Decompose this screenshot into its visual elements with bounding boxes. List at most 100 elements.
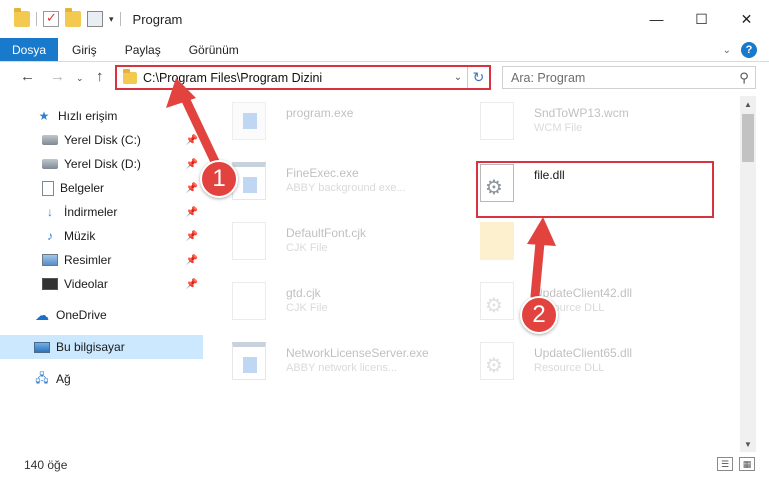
back-arrow-icon[interactable]: ← [20, 68, 35, 85]
sidebar-item-documents[interactable]: Belgeler 📌 [0, 176, 203, 200]
sidebar-item-music[interactable]: ♪ Müzik 📌 [0, 224, 203, 248]
pin-icon[interactable]: 📌 [186, 159, 198, 170]
expand-ribbon-chevron-icon[interactable]: ⌄ [723, 45, 731, 56]
list-item[interactable]: SndToWP13.wcm WCM File [464, 96, 704, 146]
file-name: SndToWP13.wcm [534, 106, 629, 120]
music-icon: ♪ [47, 229, 53, 243]
star-icon: ★ [38, 109, 50, 123]
file-description: Resource DLL [534, 362, 605, 374]
tab-file[interactable]: Dosya [0, 38, 59, 61]
address-path[interactable]: C:\Program Files\Program Dizini [143, 71, 449, 85]
sidebar-item-label: Ağ [56, 372, 71, 386]
sidebar-item-onedrive[interactable]: ☁ OneDrive [0, 303, 203, 327]
sidebar-item-local-disk-c[interactable]: Yerel Disk (C:) 📌 [0, 128, 203, 152]
sidebar-item-pictures[interactable]: Resimler 📌 [0, 248, 203, 272]
sidebar-item-local-disk-d[interactable]: Yerel Disk (D:) 📌 [0, 152, 203, 176]
sidebar-item-label: Yerel Disk (D:) [64, 157, 141, 171]
list-item[interactable] [464, 216, 704, 266]
file-icon [232, 222, 266, 260]
address-dropdown-chevron-icon[interactable]: ⌄ [449, 72, 467, 83]
up-arrow-icon[interactable]: ↑ [96, 68, 104, 85]
dll-gear-icon [480, 282, 514, 320]
cloud-icon: ☁ [35, 306, 49, 323]
forward-arrow-icon[interactable]: → [50, 68, 65, 85]
sidebar-item-this-pc[interactable]: Bu bilgisayar [0, 335, 203, 359]
maximize-button[interactable]: ☐ [679, 0, 724, 38]
list-item[interactable]: UpdateClient65.dll Resource DLL [464, 336, 704, 386]
title-bar: ▾ Program — ☐ ✕ [0, 0, 769, 38]
sidebar-item-downloads[interactable]: ↓ İndirmeler 📌 [0, 200, 203, 224]
file-description: ABBY network licens... [286, 362, 398, 374]
file-icon [232, 282, 266, 320]
list-item[interactable]: DefaultFont.cjk CJK File [216, 216, 456, 266]
quick-access-toolbar: ▾ Program [0, 0, 182, 38]
file-icon [480, 102, 514, 140]
ribbon-right-controls: ⌄ ? [723, 42, 757, 58]
sidebar-item-label: İndirmeler [64, 205, 118, 219]
window-controls: — ☐ ✕ [634, 0, 769, 38]
search-input[interactable]: Ara: Program [511, 71, 733, 85]
pin-icon[interactable]: 📌 [186, 135, 198, 146]
pin-icon[interactable]: 📌 [186, 255, 198, 266]
search-box[interactable]: Ara: Program ⚲ [502, 66, 756, 89]
file-description: ABBY background exe... [286, 182, 406, 194]
refresh-icon[interactable]: ↻ [467, 67, 489, 88]
sidebar-item-label: Belgeler [60, 181, 105, 195]
computer-icon [34, 341, 50, 353]
recent-locations-chevron-icon[interactable]: ⌄ [76, 73, 84, 84]
properties-check-icon[interactable] [43, 10, 59, 27]
sidebar-item-label: Resimler [64, 253, 112, 267]
sidebar-item-quick-access[interactable]: ★ Hızlı erişim [0, 104, 203, 128]
sidebar-item-label: Müzik [64, 229, 96, 243]
search-icon[interactable]: ⚲ [733, 70, 755, 86]
scroll-up-icon[interactable]: ▲ [740, 96, 756, 112]
sidebar-item-label: Videolar [64, 277, 108, 291]
list-item[interactable]: program.exe [216, 96, 456, 146]
tab-home[interactable]: Giriş [58, 38, 111, 61]
address-bar[interactable]: C:\Program Files\Program Dizini ⌄ ↻ [115, 65, 491, 90]
app-icon [232, 342, 266, 380]
sidebar-item-network[interactable]: 🖧 Ağ [0, 367, 203, 391]
close-button[interactable]: ✕ [724, 0, 769, 38]
folder-icon[interactable] [14, 8, 30, 27]
pictures-icon [42, 254, 58, 266]
customize-toolbar-dropdown-icon[interactable]: ▾ [109, 14, 114, 25]
item-count: 140 öğe [24, 458, 68, 472]
list-item[interactable]: UpdateClient42.dll Resource DLL [464, 276, 704, 326]
scroll-thumb[interactable] [742, 114, 754, 162]
navigation-pane: ★ Hızlı erişim Yerel Disk (C:) 📌 Yerel D… [0, 96, 205, 452]
sidebar-item-label: Yerel Disk (C:) [64, 133, 141, 147]
tab-share[interactable]: Paylaş [111, 38, 175, 61]
scroll-down-icon[interactable]: ▼ [740, 436, 756, 452]
new-folder-icon[interactable] [65, 8, 81, 27]
tiles-view-icon[interactable]: ▦ [739, 457, 755, 471]
disk-icon [42, 135, 58, 145]
pin-icon[interactable]: 📌 [186, 183, 198, 194]
file-name: UpdateClient65.dll [534, 346, 633, 360]
step-2-badge: 2 [520, 296, 558, 334]
pin-icon[interactable]: 📌 [186, 207, 198, 218]
sidebar-item-videos[interactable]: Videolar 📌 [0, 272, 203, 296]
file-name: gtd.cjk [286, 286, 321, 300]
file-name: DefaultFont.cjk [286, 226, 367, 240]
tab-view[interactable]: Görünüm [175, 38, 253, 61]
list-item[interactable]: gtd.cjk CJK File [216, 276, 456, 326]
folder-icon [123, 68, 137, 84]
help-icon[interactable]: ? [741, 42, 757, 58]
status-bar: 140 öğe ☰ ▦ [0, 452, 769, 478]
vertical-scrollbar[interactable]: ▲ ▼ [740, 96, 756, 452]
document-icon [42, 180, 54, 196]
disk-icon [42, 159, 58, 169]
file-name: program.exe [286, 106, 354, 120]
pin-icon[interactable]: 📌 [186, 279, 198, 290]
minimize-button[interactable]: — [634, 0, 679, 38]
view-properties-icon[interactable] [87, 11, 103, 27]
toolbar-divider [119, 12, 121, 26]
file-list: program.exe FineExec.exe ABBY background… [216, 96, 740, 452]
list-item[interactable]: NetworkLicenseServer.exe ABBY network li… [216, 336, 456, 386]
list-item[interactable]: FineExec.exe ABBY background exe... [216, 156, 456, 206]
details-view-icon[interactable]: ☰ [717, 457, 733, 471]
file-highlight-box [476, 161, 714, 218]
ribbon-tabs: Dosya Giriş Paylaş Görünüm ⌄ ? [0, 38, 769, 62]
pin-icon[interactable]: 📌 [186, 231, 198, 242]
